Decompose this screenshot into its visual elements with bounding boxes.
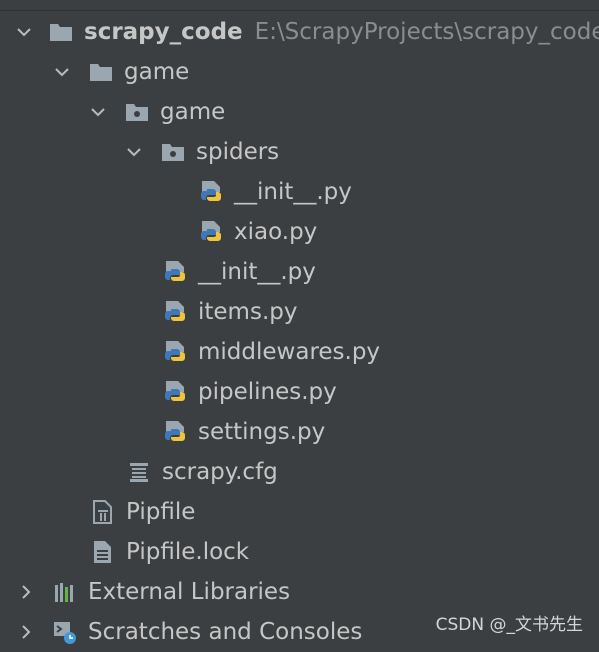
tree-item-label: __init__.py	[198, 259, 316, 285]
chevron-down-icon[interactable]	[122, 132, 146, 172]
scratches-icon	[52, 619, 78, 645]
chevron-down-icon[interactable]	[86, 92, 110, 132]
chevron-down-icon[interactable]	[14, 12, 34, 52]
tree-item-label: scrapy.cfg	[162, 459, 278, 485]
tree-row-file[interactable]: xiao.py	[0, 212, 599, 252]
python-file-icon	[162, 259, 188, 285]
tree-item-label: External Libraries	[88, 579, 291, 605]
watermark: CSDN @_文书先生	[435, 615, 583, 635]
config-file-icon	[126, 459, 152, 485]
tree-item-label: items.py	[198, 299, 298, 325]
package-folder-icon	[124, 99, 150, 125]
tree-item-label: pipelines.py	[198, 379, 337, 405]
python-file-icon	[162, 379, 188, 405]
tree-row-root[interactable]: scrapy_code E:\ScrapyProjects\scrapy_cod…	[0, 12, 599, 52]
chevron-down-icon[interactable]	[50, 52, 74, 92]
python-file-icon	[162, 419, 188, 445]
tree-item-label: Pipfile	[126, 499, 196, 525]
tree-row-file[interactable]: pipelines.py	[0, 372, 599, 412]
root-path: E:\ScrapyProjects\scrapy_code	[254, 19, 599, 45]
python-file-icon	[198, 179, 224, 205]
tree-item-label: xiao.py	[234, 219, 318, 245]
python-file-icon	[198, 219, 224, 245]
tree-row-file[interactable]: settings.py	[0, 412, 599, 452]
tree-row-file[interactable]: scrapy.cfg	[0, 452, 599, 492]
tree-item-label: game	[124, 59, 190, 85]
package-folder-icon	[160, 139, 186, 165]
tree-item-label: Scratches and Consoles	[88, 619, 363, 645]
tree-row-file[interactable]: Pipfile.lock	[0, 532, 599, 572]
tree-row-file[interactable]: Pipfile	[0, 492, 599, 532]
tree-row-file[interactable]: __init__.py	[0, 252, 599, 292]
libraries-icon	[52, 579, 78, 605]
tree-row-game-folder[interactable]: game	[0, 52, 599, 92]
tree-item-label: middlewares.py	[198, 339, 381, 365]
tree-row-spiders-package[interactable]: spiders	[0, 132, 599, 172]
tree-row-file[interactable]: middlewares.py	[0, 332, 599, 372]
tree-row-file[interactable]: __init__.py	[0, 172, 599, 212]
tree-item-label: game	[160, 99, 226, 125]
tree-row-file[interactable]: items.py	[0, 292, 599, 332]
pipfile-icon	[90, 499, 116, 525]
text-file-icon	[90, 539, 116, 565]
python-file-icon	[162, 299, 188, 325]
panel-top-edge	[0, 0, 599, 11]
root-name: scrapy_code	[84, 19, 243, 45]
chevron-right-icon[interactable]	[14, 612, 38, 652]
folder-icon	[88, 59, 114, 85]
chevron-right-icon[interactable]	[14, 572, 38, 612]
tree-item-label: Pipfile.lock	[126, 539, 250, 565]
python-file-icon	[162, 339, 188, 365]
tree-item-label: __init__.py	[234, 179, 352, 205]
tree-item-label: spiders	[196, 139, 280, 165]
project-tree[interactable]: scrapy_code E:\ScrapyProjects\scrapy_cod…	[0, 12, 599, 652]
tree-item-label: settings.py	[198, 419, 326, 445]
tree-row-external-libraries[interactable]: External Libraries	[0, 572, 599, 612]
tree-row-game-package[interactable]: game	[0, 92, 599, 132]
folder-icon	[48, 19, 74, 45]
